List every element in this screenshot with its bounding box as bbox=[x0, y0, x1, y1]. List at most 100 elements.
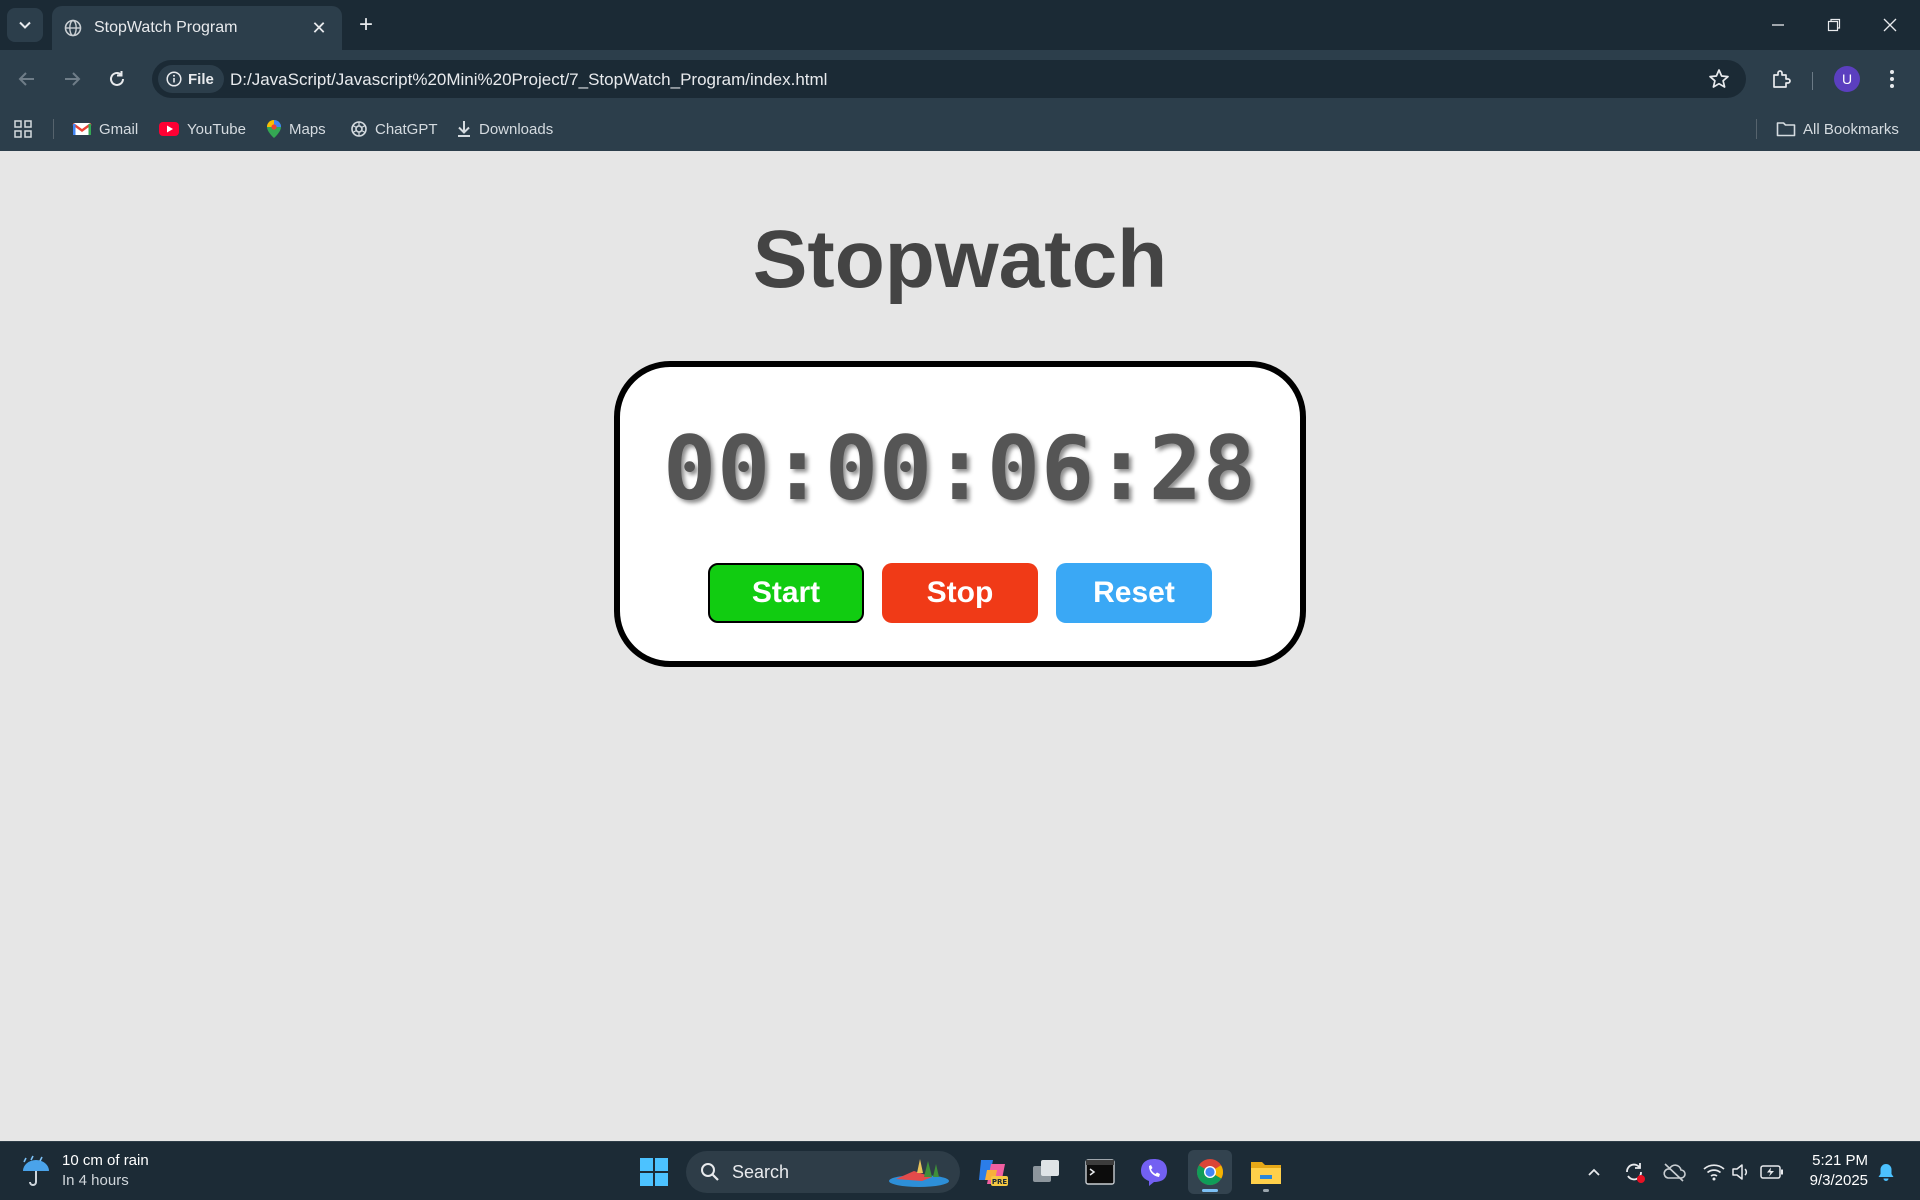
youtube-icon bbox=[159, 122, 179, 136]
reset-button[interactable]: Reset bbox=[1056, 563, 1212, 623]
arrow-right-icon bbox=[65, 72, 81, 86]
maps-icon bbox=[267, 120, 281, 138]
stop-button[interactable]: Stop bbox=[882, 563, 1038, 623]
bookmark-youtube[interactable]: YouTube bbox=[158, 117, 246, 141]
control-buttons: Start Stop Reset bbox=[620, 563, 1300, 623]
new-tab-button[interactable]: + bbox=[352, 12, 380, 40]
star-icon bbox=[1709, 69, 1729, 88]
folder-icon bbox=[1251, 1162, 1281, 1184]
stopwatch-container: 00:00:06:28 Start Stop Reset bbox=[614, 361, 1306, 667]
bookmarks-divider bbox=[1756, 119, 1757, 139]
running-app-indicator bbox=[1263, 1189, 1269, 1192]
terminal-icon bbox=[1085, 1159, 1115, 1185]
tab-title: StopWatch Program bbox=[94, 19, 238, 36]
volume-button[interactable] bbox=[1728, 1158, 1756, 1186]
restore-icon bbox=[1827, 18, 1841, 32]
tab-close-button[interactable]: ✕ bbox=[308, 18, 330, 39]
apps-grid-icon bbox=[14, 120, 32, 138]
restore-button[interactable] bbox=[1814, 10, 1854, 40]
windows-taskbar: 10 cm of rain In 4 hours Search PRE 5:21… bbox=[0, 1141, 1920, 1200]
system-clock[interactable]: 5:21 PM 9/3/2025 bbox=[1810, 1151, 1868, 1191]
address-bar[interactable]: File D:/JavaScript/Javascript%20Mini%20P… bbox=[152, 60, 1746, 98]
bookmark-chatgpt[interactable]: ChatGPT bbox=[350, 117, 438, 141]
close-window-button[interactable] bbox=[1870, 10, 1910, 40]
windows-logo-icon bbox=[640, 1158, 668, 1186]
viber-app[interactable] bbox=[1132, 1150, 1176, 1194]
tab-stopwatch[interactable]: StopWatch Program ✕ bbox=[52, 6, 342, 50]
bookmark-label: YouTube bbox=[187, 120, 246, 138]
reload-icon bbox=[110, 71, 124, 86]
gmail-icon bbox=[72, 123, 92, 135]
clock-time: 5:21 PM bbox=[1812, 1152, 1868, 1169]
terminal-app[interactable] bbox=[1078, 1150, 1122, 1194]
active-app-indicator bbox=[1202, 1189, 1218, 1192]
cloud-off-icon bbox=[1663, 1163, 1686, 1182]
more-vertical-icon bbox=[1890, 70, 1894, 88]
site-info-chip[interactable]: File bbox=[158, 65, 224, 93]
bookmarks-bar: Gmail YouTube Maps ChatGPT Downloads All… bbox=[0, 107, 1920, 151]
bookmark-maps[interactable]: Maps bbox=[266, 117, 326, 141]
url-text[interactable]: D:/JavaScript/Javascript%20Mini%20Projec… bbox=[230, 70, 827, 90]
onedrive-button[interactable] bbox=[1660, 1158, 1688, 1186]
all-bookmarks-button[interactable]: All Bookmarks bbox=[1776, 117, 1899, 141]
wifi-button[interactable] bbox=[1700, 1158, 1728, 1186]
search-icon bbox=[701, 1163, 719, 1181]
forward-button[interactable] bbox=[55, 62, 89, 96]
copilot-icon: PRE bbox=[979, 1160, 1008, 1186]
battery-button[interactable] bbox=[1758, 1158, 1786, 1186]
chevron-up-icon bbox=[1588, 1168, 1600, 1176]
globe-icon bbox=[64, 19, 82, 37]
sync-status-button[interactable] bbox=[1620, 1158, 1648, 1186]
avatar: U bbox=[1834, 66, 1860, 92]
notifications-button[interactable] bbox=[1872, 1158, 1900, 1186]
weather-title: 10 cm of rain bbox=[62, 1152, 149, 1169]
bookmark-downloads[interactable]: Downloads bbox=[456, 117, 553, 141]
battery-charging-icon bbox=[1760, 1165, 1783, 1179]
page-viewport: Stopwatch 00:00:06:28 Start Stop Reset bbox=[0, 151, 1920, 1141]
taskbar-search[interactable]: Search bbox=[686, 1151, 960, 1193]
file-label: File bbox=[188, 70, 214, 88]
start-button[interactable]: Start bbox=[708, 563, 864, 623]
copilot-app[interactable]: PRE bbox=[970, 1150, 1014, 1194]
back-button[interactable] bbox=[10, 62, 44, 96]
bookmark-label: Downloads bbox=[479, 120, 554, 138]
tab-search-button[interactable] bbox=[7, 8, 43, 42]
bookmark-gmail[interactable]: Gmail bbox=[72, 117, 138, 141]
reload-button[interactable] bbox=[100, 62, 134, 96]
wifi-icon bbox=[1703, 1164, 1725, 1181]
sync-icon bbox=[1626, 1163, 1645, 1183]
task-view-app[interactable] bbox=[1024, 1150, 1068, 1194]
browser-menu-button[interactable] bbox=[1875, 62, 1909, 96]
minimize-button[interactable] bbox=[1758, 10, 1798, 40]
bookmark-label: Maps bbox=[289, 120, 326, 138]
browser-toolbar: File D:/JavaScript/Javascript%20Mini%20P… bbox=[0, 50, 1920, 107]
show-hidden-icons-button[interactable] bbox=[1580, 1158, 1608, 1186]
bookmark-star-button[interactable] bbox=[1708, 68, 1730, 95]
clock-date: 9/3/2025 bbox=[1809, 1172, 1868, 1189]
weather-subtitle: In 4 hours bbox=[62, 1172, 129, 1189]
file-explorer-app[interactable] bbox=[1244, 1150, 1288, 1194]
speaker-icon bbox=[1732, 1164, 1748, 1180]
bookmark-label: ChatGPT bbox=[375, 120, 438, 138]
search-label: Search bbox=[732, 1161, 790, 1182]
chatgpt-icon bbox=[351, 121, 367, 137]
task-view-icon bbox=[1033, 1160, 1059, 1182]
folder-icon bbox=[1776, 122, 1796, 137]
extensions-button[interactable] bbox=[1764, 62, 1798, 96]
arrow-left-icon bbox=[18, 72, 34, 86]
minimize-icon bbox=[1772, 24, 1784, 26]
chrome-app[interactable] bbox=[1188, 1150, 1232, 1194]
timer-display: 00:00:06:28 bbox=[663, 417, 1257, 520]
weather-widget[interactable]: 10 cm of rain In 4 hours bbox=[20, 1151, 149, 1191]
search-highlight-icon bbox=[889, 1159, 949, 1187]
chevron-down-icon bbox=[19, 21, 31, 29]
viber-icon bbox=[1141, 1159, 1167, 1186]
profile-button[interactable]: U bbox=[1830, 62, 1864, 96]
bell-icon bbox=[1878, 1164, 1894, 1181]
download-icon bbox=[458, 121, 470, 137]
puzzle-icon bbox=[1773, 70, 1791, 88]
all-bookmarks-label: All Bookmarks bbox=[1803, 120, 1899, 138]
bookmarks-divider bbox=[53, 119, 54, 139]
apps-button[interactable] bbox=[14, 117, 39, 141]
start-menu-button[interactable] bbox=[632, 1150, 676, 1194]
